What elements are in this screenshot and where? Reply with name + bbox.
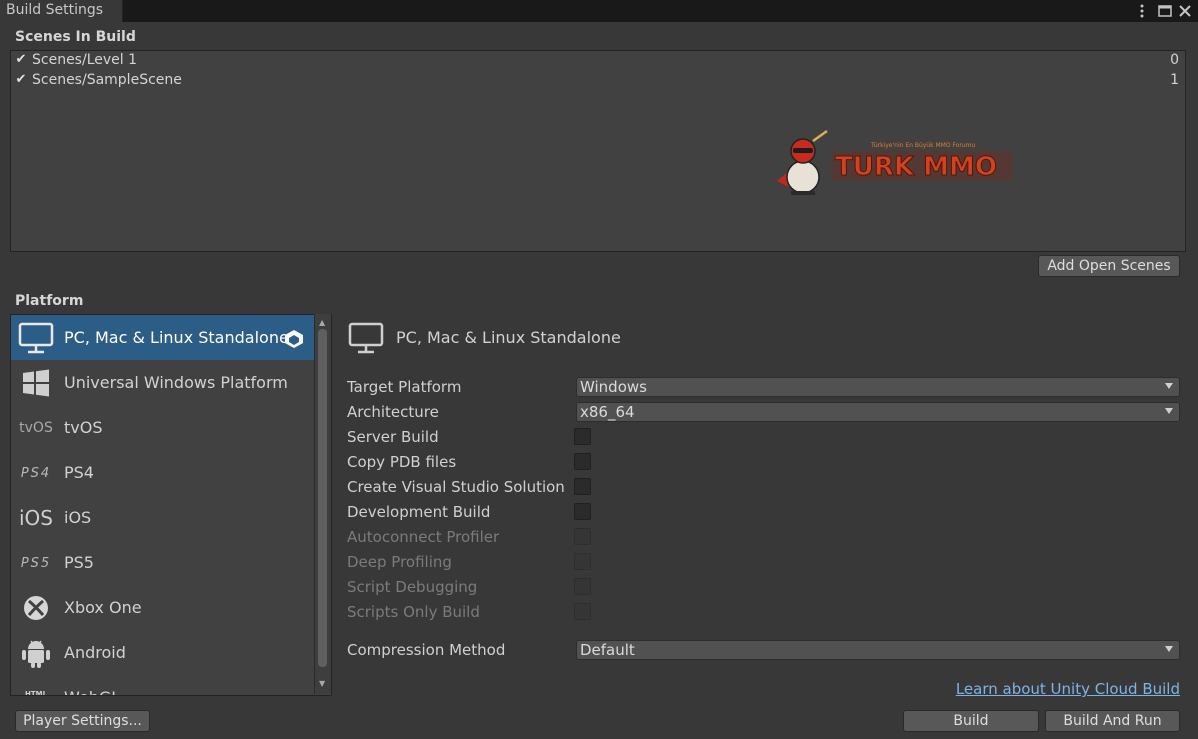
scroll-up-arrow-icon[interactable]: ▲ xyxy=(319,318,325,327)
android-icon xyxy=(17,637,55,669)
platform-scrollbar[interactable]: ▲ ▼ xyxy=(314,314,331,694)
platform-item-label: PS4 xyxy=(64,463,94,482)
scenes-list[interactable]: ✔ Scenes/Level 1 0 ✔ Scenes/SampleScene … xyxy=(10,50,1186,252)
target-platform-dropdown[interactable]: Windows xyxy=(576,377,1180,397)
scroll-down-arrow-icon[interactable]: ▼ xyxy=(319,679,325,688)
chevron-down-icon xyxy=(1165,646,1173,652)
tvos-icon: tvOS xyxy=(19,420,53,436)
ps5-icon: PS5 xyxy=(20,555,52,571)
scene-name: Scenes/SampleScene xyxy=(32,72,182,88)
window-tab-bar xyxy=(0,0,1198,22)
platform-item-label: Xbox One xyxy=(64,598,142,617)
svg-text:TURK MMO: TURK MMO xyxy=(835,152,997,182)
svg-text:Türkiye'nin En Büyük MMO Forum: Türkiye'nin En Büyük MMO Forumu xyxy=(870,142,975,149)
platform-item-android[interactable]: Android xyxy=(11,630,315,675)
platform-header: Platform xyxy=(15,293,84,309)
platform-item-label: Android xyxy=(64,643,126,662)
development-build-label: Development Build xyxy=(347,503,491,521)
server-build-label: Server Build xyxy=(347,428,439,446)
platform-item-ps4[interactable]: PS4 PS4 xyxy=(11,450,315,495)
platform-item-tvos[interactable]: tvOS tvOS xyxy=(11,405,315,450)
windows-logo-icon xyxy=(17,367,55,399)
platform-item-label: PS5 xyxy=(64,553,94,572)
architecture-dropdown[interactable]: x86_64 xyxy=(576,402,1180,422)
platform-item-ios[interactable]: iOS iOS xyxy=(11,495,315,540)
platform-item-webgl[interactable]: HTML WebGL xyxy=(11,675,315,696)
window-title: Build Settings xyxy=(6,2,104,18)
ios-icon: iOS xyxy=(19,506,53,530)
autoconnect-profiler-label: Autoconnect Profiler xyxy=(347,528,500,546)
create-vs-solution-checkbox[interactable] xyxy=(574,478,591,495)
monitor-icon xyxy=(17,322,55,354)
compression-method-label: Compression Method xyxy=(347,641,506,659)
add-open-scenes-button[interactable]: Add Open Scenes xyxy=(1038,255,1180,277)
player-settings-button[interactable]: Player Settings... xyxy=(15,710,150,732)
build-and-run-button[interactable]: Build And Run xyxy=(1045,710,1180,732)
html5-icon: HTML xyxy=(24,690,48,696)
target-platform-label: Target Platform xyxy=(347,378,462,396)
scene-index: 1 xyxy=(1170,72,1179,88)
deep-profiling-checkbox xyxy=(574,553,591,570)
chevron-down-icon xyxy=(1165,383,1173,389)
script-debugging-checkbox xyxy=(574,578,591,595)
platform-item-label: tvOS xyxy=(64,418,103,437)
scene-row[interactable]: ✔ Scenes/Level 1 0 xyxy=(11,51,1185,71)
platform-item-pc-mac-linux[interactable]: PC, Mac & Linux Standalone xyxy=(11,315,315,360)
chevron-down-icon xyxy=(1165,408,1173,414)
maximize-icon[interactable] xyxy=(1156,1,1174,21)
architecture-value: x86_64 xyxy=(580,403,635,421)
build-button[interactable]: Build xyxy=(903,710,1039,732)
ps4-icon: PS4 xyxy=(20,465,52,481)
scene-checkbox[interactable]: ✔ xyxy=(14,53,28,67)
platform-item-label: iOS xyxy=(64,508,92,527)
compression-method-value: Default xyxy=(580,641,635,659)
platform-list[interactable]: PC, Mac & Linux Standalone Universal Win… xyxy=(10,314,332,696)
close-icon[interactable] xyxy=(1176,1,1194,21)
development-build-checkbox[interactable] xyxy=(574,503,591,520)
create-vs-solution-label: Create Visual Studio Solution xyxy=(347,478,565,496)
deep-profiling-label: Deep Profiling xyxy=(347,553,452,571)
xbox-icon xyxy=(17,592,55,624)
scene-name: Scenes/Level 1 xyxy=(32,52,138,68)
window-tab[interactable]: Build Settings xyxy=(0,0,123,22)
compression-method-dropdown[interactable]: Default xyxy=(576,640,1180,660)
monitor-icon xyxy=(348,322,386,356)
scripts-only-build-checkbox xyxy=(574,603,591,620)
server-build-checkbox[interactable] xyxy=(574,428,591,445)
script-debugging-label: Script Debugging xyxy=(347,578,478,596)
platform-item-label: WebGL xyxy=(64,688,120,695)
turkmmo-watermark-logo: TURK MMO Türkiye'nin En Büyük MMO Forumu xyxy=(771,129,1021,201)
platform-item-uwp[interactable]: Universal Windows Platform xyxy=(11,360,315,405)
more-options-icon[interactable] xyxy=(1135,1,1149,21)
unity-cloud-build-link[interactable]: Learn about Unity Cloud Build xyxy=(956,680,1180,698)
platform-item-label: Universal Windows Platform xyxy=(64,373,288,392)
scene-row[interactable]: ✔ Scenes/SampleScene 1 xyxy=(11,71,1185,91)
scene-index: 0 xyxy=(1170,52,1179,68)
scripts-only-build-label: Scripts Only Build xyxy=(347,603,480,621)
platform-item-label: PC, Mac & Linux Standalone xyxy=(64,328,289,347)
platform-item-xbox-one[interactable]: Xbox One xyxy=(11,585,315,630)
scroll-thumb[interactable] xyxy=(318,329,327,667)
target-platform-value: Windows xyxy=(580,378,647,396)
copy-pdb-files-checkbox[interactable] xyxy=(574,453,591,470)
architecture-label: Architecture xyxy=(347,403,439,421)
scene-checkbox[interactable]: ✔ xyxy=(14,73,28,87)
autoconnect-profiler-checkbox xyxy=(574,528,591,545)
copy-pdb-files-label: Copy PDB files xyxy=(347,453,457,471)
scenes-in-build-header: Scenes In Build xyxy=(15,29,136,45)
selected-platform-title: PC, Mac & Linux Standalone xyxy=(396,328,621,347)
platform-item-ps5[interactable]: PS5 PS5 xyxy=(11,540,315,585)
unity-logo-icon xyxy=(284,329,304,349)
